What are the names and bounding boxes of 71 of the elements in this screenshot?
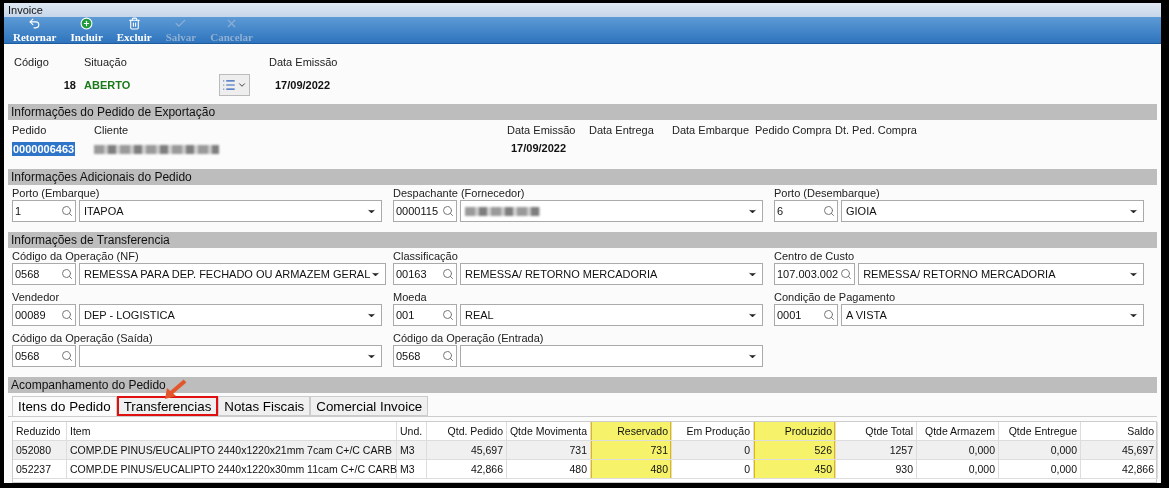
toolbar-button[interactable]: Excluir — [111, 17, 157, 43]
code-field[interactable]: 107.003.002 — [774, 263, 856, 285]
field-label: Código da Operação (Saída) — [12, 332, 154, 344]
field-label: Código — [14, 56, 50, 68]
tab[interactable]: Comercial Invoice — [310, 396, 429, 416]
code-field[interactable]: 0568 — [12, 263, 76, 285]
status-value: ABERTO — [84, 79, 132, 91]
field-label: Data Emissão — [507, 124, 577, 136]
dropdown-field[interactable]: REMESSA/ RETORNO MERCADORIA — [858, 263, 1144, 285]
section-header: Acompanhamento do Pedido — [8, 377, 1157, 393]
dropdown-field[interactable]: REAL — [460, 304, 763, 326]
field-label: Cliente — [94, 124, 130, 136]
code-field[interactable]: 0568 — [12, 345, 76, 367]
field-label: Classificação — [393, 250, 459, 262]
tab[interactable]: Notas Fiscais — [218, 396, 311, 416]
code-field[interactable]: 1 — [12, 200, 76, 222]
dropdown-field[interactable]: GIOIA — [841, 200, 1144, 222]
table-cell: 480 — [591, 460, 672, 479]
dropdown-field[interactable]: A VISTA — [841, 304, 1144, 326]
window-title: Invoice — [4, 3, 1161, 17]
table-cell: 42,866 — [427, 460, 507, 479]
code-field[interactable]: 0568 — [393, 345, 457, 367]
table-cell: 052237 — [13, 460, 67, 479]
column-header: Reservado — [591, 422, 672, 441]
field-value[interactable]: 0000006463 — [12, 142, 76, 156]
dropdown-field[interactable]: ITAPOA — [79, 200, 382, 222]
code-field[interactable]: 001 — [393, 304, 457, 326]
field-label: Centro de Custo — [774, 250, 856, 262]
field-label: Data Embarque — [672, 124, 751, 136]
code-field[interactable]: 0000115 — [393, 200, 457, 222]
toolbar-button[interactable]: Retornar — [8, 17, 62, 43]
field-label: Porto (Desembarque) — [774, 187, 881, 199]
field-label: Código da Operação (Entrada) — [393, 332, 545, 344]
table-cell: 731 — [591, 441, 672, 460]
table-cell: 42,866 — [1081, 460, 1158, 479]
section-header: Informações Adicionais do Pedido — [8, 169, 1157, 185]
toolbar-button[interactable]: Incluir — [65, 17, 108, 43]
column-header: Produzido — [754, 422, 836, 441]
field-label: Condição de Pagamento — [774, 291, 897, 303]
tab[interactable]: Transferencias — [116, 396, 219, 416]
code-field[interactable]: 0001 — [774, 304, 838, 326]
section-header: Informações do Pedido de Exportação — [8, 104, 1157, 120]
table-cell: M3 — [397, 460, 427, 479]
field-label: Moeda — [393, 291, 428, 303]
table-cell: COMP.DE PINUS/EUCALIPTO 2440x1220x30mm 11cam C+/C CARB — [67, 460, 397, 479]
field-value: 18 — [62, 79, 77, 91]
table-cell: 450 — [754, 460, 836, 479]
table-cell: 0,000 — [999, 460, 1081, 479]
code-field[interactable]: 6 — [774, 200, 838, 222]
field-value: 17/09/2022 — [510, 142, 568, 154]
field-label: Pedido — [12, 124, 48, 136]
field-label: Situação — [84, 56, 128, 68]
table-cell: 526 — [754, 441, 836, 460]
field-label: Despachante (Fornecedor) — [393, 187, 526, 199]
tab[interactable]: Itens do Pedido — [12, 396, 117, 416]
field-label: Data Emissão — [269, 56, 339, 68]
table-cell: 930 — [836, 460, 917, 479]
field-label: Dt. Ped. Compra — [835, 124, 915, 136]
field-label: Pedido Compra — [755, 124, 833, 136]
field-label: Data Entrega — [589, 124, 655, 136]
dropdown-field[interactable]: REMESSA PARA DEP. FECHADO OU ARMAZEM GERAL — [79, 263, 387, 285]
field-label: Porto (Embarque) — [12, 187, 101, 199]
field-label: Vendedor — [12, 291, 61, 303]
field-value: 17/09/2022 — [274, 79, 332, 91]
table-cell: 0,000 — [917, 460, 999, 479]
section-header: Informações de Transferencia — [8, 232, 1157, 248]
dropdown-field[interactable]: REMESSA/ RETORNO MERCADORIA — [460, 263, 763, 285]
field-label: Código da Operação (NF) — [12, 250, 140, 262]
code-field[interactable]: 00163 — [393, 263, 457, 285]
code-field[interactable]: 00089 — [12, 304, 76, 326]
dropdown-field[interactable]: DEP - LOGISTICA — [79, 304, 382, 326]
